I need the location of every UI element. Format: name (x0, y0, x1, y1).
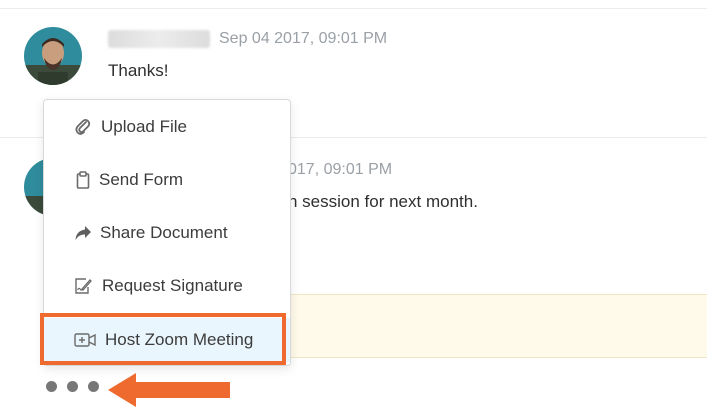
more-dots-icon (88, 381, 99, 392)
paperclip-icon (74, 118, 92, 136)
message-timestamp: Sep 04 2017, 09:01 PM (219, 30, 388, 47)
more-options-button[interactable] (46, 381, 99, 392)
menu-item-label: Share Document (100, 223, 228, 242)
menu-item-send-form[interactable]: Send Form (44, 158, 290, 202)
sender-name-redacted (108, 30, 210, 48)
message-text: n session for next month. (288, 192, 478, 211)
share-arrow-icon (74, 224, 92, 242)
menu-item-label: Request Signature (102, 276, 243, 295)
avatar[interactable] (24, 27, 82, 85)
annotation-arrow-icon (108, 373, 230, 407)
menu-item-label: Send Form (99, 170, 184, 189)
more-dots-icon (67, 381, 78, 392)
menu-item-share-document[interactable]: Share Document (44, 211, 290, 255)
signature-icon (74, 277, 92, 295)
highlight-outline (40, 313, 286, 365)
more-dots-icon (46, 381, 57, 392)
top-divider (0, 8, 707, 9)
message-text: Thanks! (108, 61, 169, 80)
clipboard-icon (74, 171, 92, 189)
menu-item-request-signature[interactable]: Request Signature (44, 264, 290, 308)
avatar-photo (24, 27, 82, 85)
menu-item-label: Upload File (101, 117, 187, 136)
message-timestamp: 017, 09:01 PM (288, 161, 393, 178)
compose-area[interactable] (290, 294, 707, 358)
menu-item-upload-file[interactable]: Upload File (44, 105, 290, 149)
